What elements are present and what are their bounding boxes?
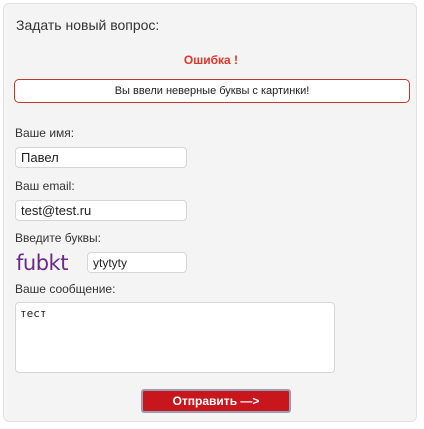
name-label: Ваше имя: — [15, 126, 75, 140]
error-message: Вы ввели неверные буквы с картинки! — [114, 85, 310, 97]
captcha-input[interactable] — [87, 252, 187, 273]
name-input[interactable] — [15, 147, 187, 168]
submit-button[interactable]: Отправить —> — [141, 389, 291, 413]
captcha-image: fubkt — [16, 251, 68, 275]
question-form-panel: Задать новый вопрос: Ошибка ! Вы ввели н… — [3, 3, 417, 422]
error-heading: Ошибка ! — [183, 53, 239, 67]
message-textarea[interactable]: тест — [15, 302, 335, 373]
error-message-box: Вы ввели неверные буквы с картинки! — [14, 79, 410, 103]
email-input[interactable] — [15, 200, 187, 221]
form-title: Задать новый вопрос: — [16, 17, 160, 33]
email-label: Ваш email: — [15, 179, 75, 193]
captcha-label: Введите буквы: — [15, 231, 101, 245]
message-label: Ваше сообщение: — [15, 282, 116, 296]
